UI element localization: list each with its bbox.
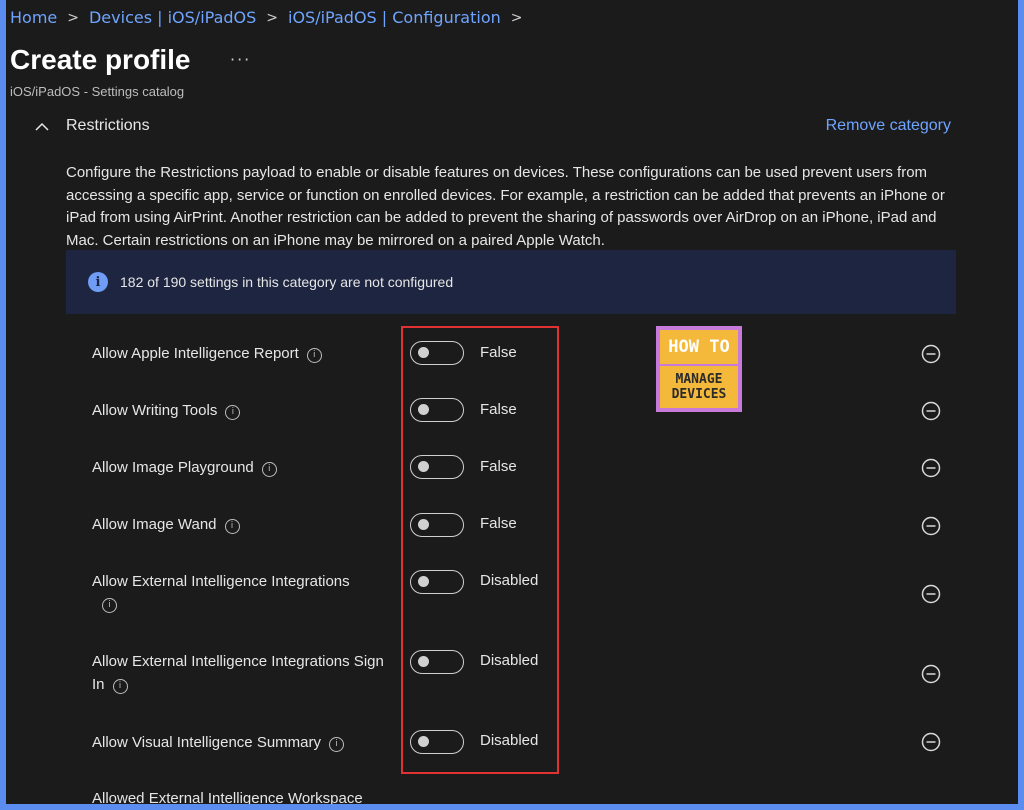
info-icon[interactable]: i: [224, 519, 240, 534]
more-options-icon[interactable]: ···: [230, 50, 251, 69]
category-description: Configure the Restrictions payload to en…: [66, 164, 945, 249]
setting-label: Allow External Intelligence Integrations…: [92, 653, 384, 693]
logo-line-manage: MANAGE: [675, 372, 723, 387]
highlight-annotation: [401, 326, 559, 774]
info-icon: i: [88, 272, 108, 292]
info-icon[interactable]: i: [261, 462, 277, 477]
chevron-right-icon: >: [266, 9, 279, 26]
chevron-up-icon[interactable]: [34, 119, 50, 135]
toggle-switch[interactable]: [410, 398, 464, 422]
toggle-value: Disabled: [480, 652, 539, 669]
info-banner: i 182 of 190 settings in this category a…: [66, 250, 956, 314]
info-icon[interactable]: i: [102, 598, 117, 613]
how-to-manage-devices-logo: HOW TO MANAGE DEVICES: [656, 326, 742, 412]
toggle-value: False: [480, 515, 517, 532]
logo-text-bottom: MANAGE DEVICES: [660, 366, 738, 408]
toggle-switch[interactable]: [410, 650, 464, 674]
toggle-switch[interactable]: [410, 570, 464, 594]
chevron-right-icon: >: [67, 9, 79, 26]
page-title: Create profile: [10, 44, 191, 75]
toggle-value: False: [480, 401, 517, 418]
setting-label: Allow Apple Intelligence Report: [92, 345, 299, 362]
toggle-switch[interactable]: [410, 455, 464, 479]
minus-circle-icon[interactable]: [921, 344, 941, 364]
chevron-right-icon: >: [510, 9, 523, 26]
toggle-value: False: [480, 458, 517, 475]
logo-text-top: HOW TO: [660, 330, 738, 364]
minus-circle-icon[interactable]: [921, 584, 941, 604]
category-title[interactable]: Restrictions: [66, 117, 150, 135]
toggle-value: Disabled: [480, 732, 539, 749]
toggle-value: False: [480, 344, 517, 361]
toggle-switch[interactable]: [410, 513, 464, 537]
info-icon[interactable]: i: [225, 405, 241, 420]
setting-label: Allow Image Playground: [92, 459, 254, 476]
info-icon[interactable]: i: [329, 737, 344, 752]
breadcrumb: Home > Devices | iOS/iPadOS > iOS/iPadOS…: [10, 8, 533, 27]
page-subtitle: iOS/iPadOS - Settings catalog: [10, 84, 185, 99]
remove-category-link[interactable]: Remove category: [826, 117, 951, 135]
info-banner-text: 182 of 190 settings in this category are…: [120, 274, 454, 290]
logo-line-devices: DEVICES: [671, 387, 727, 402]
breadcrumb-ios-configuration[interactable]: iOS/iPadOS | Configuration: [288, 8, 501, 27]
setting-label: Allow Writing Tools: [92, 402, 218, 419]
breadcrumb-devices-ios[interactable]: Devices | iOS/iPadOS: [89, 8, 256, 27]
toggle-switch[interactable]: [410, 730, 464, 754]
info-icon[interactable]: i: [306, 348, 322, 363]
toggle-value: Disabled: [480, 572, 539, 589]
toggle-switch[interactable]: [410, 341, 464, 365]
minus-circle-icon[interactable]: [921, 516, 941, 536]
info-icon[interactable]: i: [112, 679, 128, 694]
breadcrumb-home[interactable]: Home: [10, 8, 57, 27]
setting-label-partial: Allowed External Intelligence Workspace: [92, 790, 363, 807]
minus-circle-icon[interactable]: [921, 401, 941, 421]
setting-label: Allow External Intelligence Integrations: [92, 573, 350, 590]
minus-circle-icon[interactable]: [921, 664, 941, 684]
minus-circle-icon[interactable]: [921, 458, 941, 478]
minus-circle-icon[interactable]: [921, 732, 941, 752]
setting-label: Allow Visual Intelligence Summary: [92, 734, 321, 751]
setting-label: Allow Image Wand: [92, 516, 217, 533]
